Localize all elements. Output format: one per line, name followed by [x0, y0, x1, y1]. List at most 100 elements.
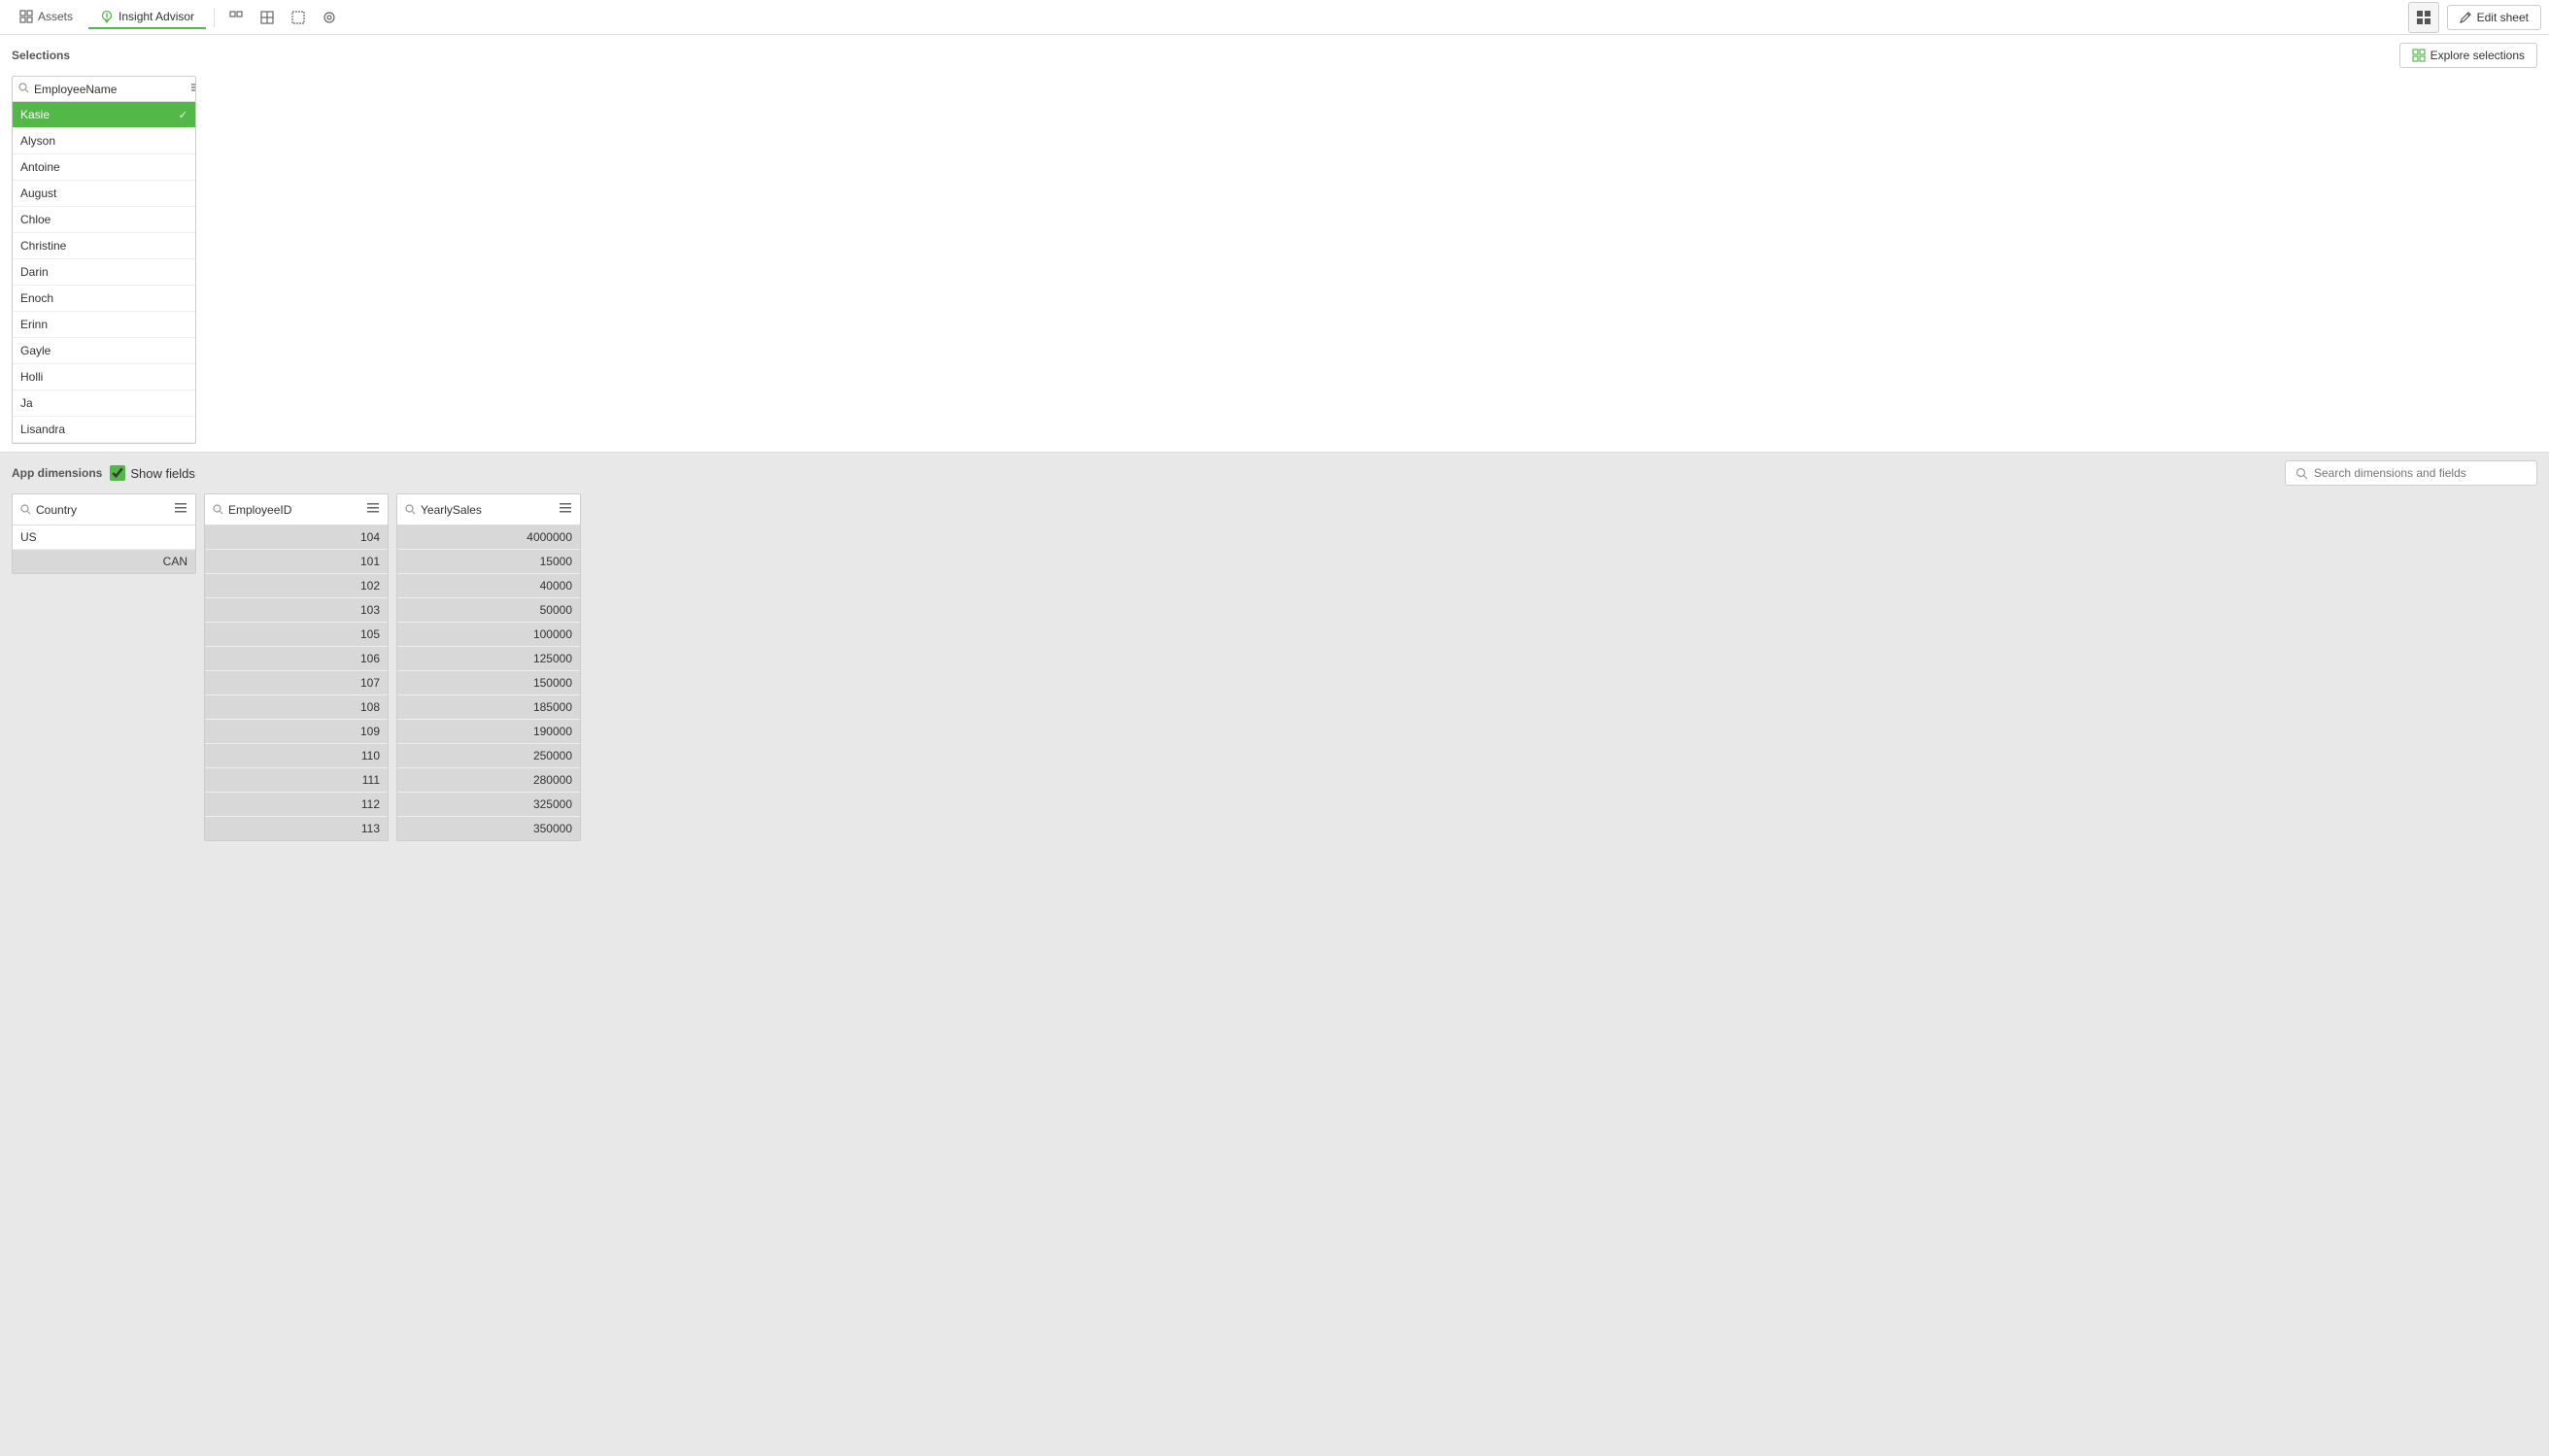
selection-items-list: Kasie✓AlysonAntoineAugustChloeChristineD…: [13, 102, 195, 443]
grid-view-btn[interactable]: [2408, 2, 2439, 33]
show-fields-label: Show fields: [130, 466, 194, 481]
selections-panel: Selections Explore selections: [0, 35, 2549, 453]
selection-item[interactable]: Chloe: [13, 207, 195, 233]
topbar-divider: [214, 8, 215, 27]
dim-item[interactable]: 102: [205, 574, 388, 598]
dimension-card: EmployeeID 104101102103105106107108109110…: [204, 493, 389, 841]
explore-selections-button[interactable]: Explore selections: [2399, 43, 2537, 68]
dim-item[interactable]: 109: [205, 720, 388, 744]
tab-insight-advisor[interactable]: Insight Advisor: [88, 6, 206, 29]
dim-item[interactable]: 15000: [397, 550, 580, 574]
selections-title: Selections: [12, 49, 70, 62]
selection-item[interactable]: Kasie✓: [13, 102, 195, 128]
dim-item[interactable]: 190000: [397, 720, 580, 744]
selection-search-input[interactable]: [34, 83, 185, 96]
snap-icon: [228, 10, 244, 25]
edit-sheet-label: Edit sheet: [2477, 11, 2529, 24]
grid-view-icon: [2416, 10, 2431, 25]
dim-item[interactable]: 108: [205, 695, 388, 720]
dim-item[interactable]: 112: [205, 793, 388, 817]
selection-item[interactable]: Lisandra: [13, 417, 195, 443]
selection-item[interactable]: Christine: [13, 233, 195, 259]
menu-icon: [559, 501, 572, 515]
search-icon: [18, 83, 29, 93]
dim-card-header: EmployeeID: [205, 494, 388, 525]
dimensions-search-bar[interactable]: [2285, 460, 2537, 486]
dim-item[interactable]: 4000000: [397, 525, 580, 550]
list-icon: [190, 82, 196, 93]
dim-item[interactable]: US: [13, 525, 195, 550]
assets-icon: [19, 10, 33, 23]
grid2-icon: [259, 10, 275, 25]
main-content: Selections Explore selections: [0, 35, 2549, 1456]
dim-item[interactable]: 111: [205, 768, 388, 793]
dim-item[interactable]: 113: [205, 817, 388, 840]
selection-item[interactable]: August: [13, 181, 195, 207]
selection-item[interactable]: Holli: [13, 364, 195, 390]
selection-item[interactable]: Antoine: [13, 154, 195, 181]
dim-card-menu-btn[interactable]: [174, 501, 187, 518]
toolbar-btn-3[interactable]: [285, 4, 312, 31]
dim-item[interactable]: 107: [205, 671, 388, 695]
show-fields-toggle: Show fields: [110, 465, 194, 481]
menu-icon: [174, 501, 187, 515]
dim-card-menu-btn[interactable]: [559, 501, 572, 518]
dim-item[interactable]: 104: [205, 525, 388, 550]
dim-card-menu-btn[interactable]: [366, 501, 380, 518]
selection-item[interactable]: Ja: [13, 390, 195, 417]
toolbar-btn-4[interactable]: [316, 4, 343, 31]
dim-search-icon: [405, 504, 416, 515]
selection-list-btn[interactable]: [189, 81, 196, 97]
pencil-icon: [2460, 11, 2472, 23]
selection-search-actions: [189, 81, 196, 97]
tab-assets[interactable]: Assets: [8, 6, 85, 29]
selection-search-bar: [13, 77, 195, 102]
dim-card-header: Country: [13, 494, 195, 525]
dim-item[interactable]: 105: [205, 623, 388, 647]
topbar-toolbar: [222, 4, 343, 31]
dim-card-items: USCAN: [13, 525, 195, 573]
edit-sheet-button[interactable]: Edit sheet: [2447, 5, 2541, 30]
dim-card-items: 104101102103105106107108109110111112113: [205, 525, 388, 840]
dim-item[interactable]: 101: [205, 550, 388, 574]
app-dimensions-bar: App dimensions Show fields: [0, 453, 2549, 490]
explore-icon: [2412, 49, 2426, 62]
dim-item[interactable]: 185000: [397, 695, 580, 720]
dim-search-icon: [20, 504, 31, 515]
circle-target-icon: [322, 10, 337, 25]
dim-item[interactable]: 50000: [397, 598, 580, 623]
dim-item[interactable]: 110: [205, 744, 388, 768]
dim-card-title: EmployeeID: [228, 503, 361, 517]
check-icon: ✓: [179, 109, 187, 121]
dim-item[interactable]: 106: [205, 647, 388, 671]
dimensions-search-input[interactable]: [2314, 466, 2527, 480]
dim-item[interactable]: 100000: [397, 623, 580, 647]
dim-card-title: YearlySales: [421, 503, 554, 517]
toolbar-btn-2[interactable]: [254, 4, 281, 31]
dim-card-items: 4000000150004000050000100000125000150000…: [397, 525, 580, 840]
selection-item[interactable]: Enoch: [13, 286, 195, 312]
dim-item[interactable]: 103: [205, 598, 388, 623]
dim-item[interactable]: 125000: [397, 647, 580, 671]
toolbar-btn-1[interactable]: [222, 4, 250, 31]
dim-item[interactable]: CAN: [13, 550, 195, 573]
dim-item[interactable]: 150000: [397, 671, 580, 695]
selection-item[interactable]: Alyson: [13, 128, 195, 154]
selection-item[interactable]: Erinn: [13, 312, 195, 338]
dim-item[interactable]: 250000: [397, 744, 580, 768]
show-fields-checkbox[interactable]: [110, 465, 125, 481]
selection-item[interactable]: Gayle: [13, 338, 195, 364]
selection-list-container: Kasie✓AlysonAntoineAugustChloeChristineD…: [12, 76, 196, 444]
dim-item[interactable]: 350000: [397, 817, 580, 840]
topbar-right: Edit sheet: [2408, 2, 2541, 33]
dim-search-icon: [213, 504, 223, 515]
selection-item[interactable]: Darin: [13, 259, 195, 286]
dim-card-header: YearlySales: [397, 494, 580, 525]
dim-item[interactable]: 325000: [397, 793, 580, 817]
insight-advisor-icon: [100, 10, 114, 23]
menu-icon: [366, 501, 380, 515]
dim-item[interactable]: 280000: [397, 768, 580, 793]
tab-insight-advisor-label: Insight Advisor: [119, 10, 194, 23]
dim-item[interactable]: 40000: [397, 574, 580, 598]
selections-header: Selections Explore selections: [12, 43, 2537, 68]
